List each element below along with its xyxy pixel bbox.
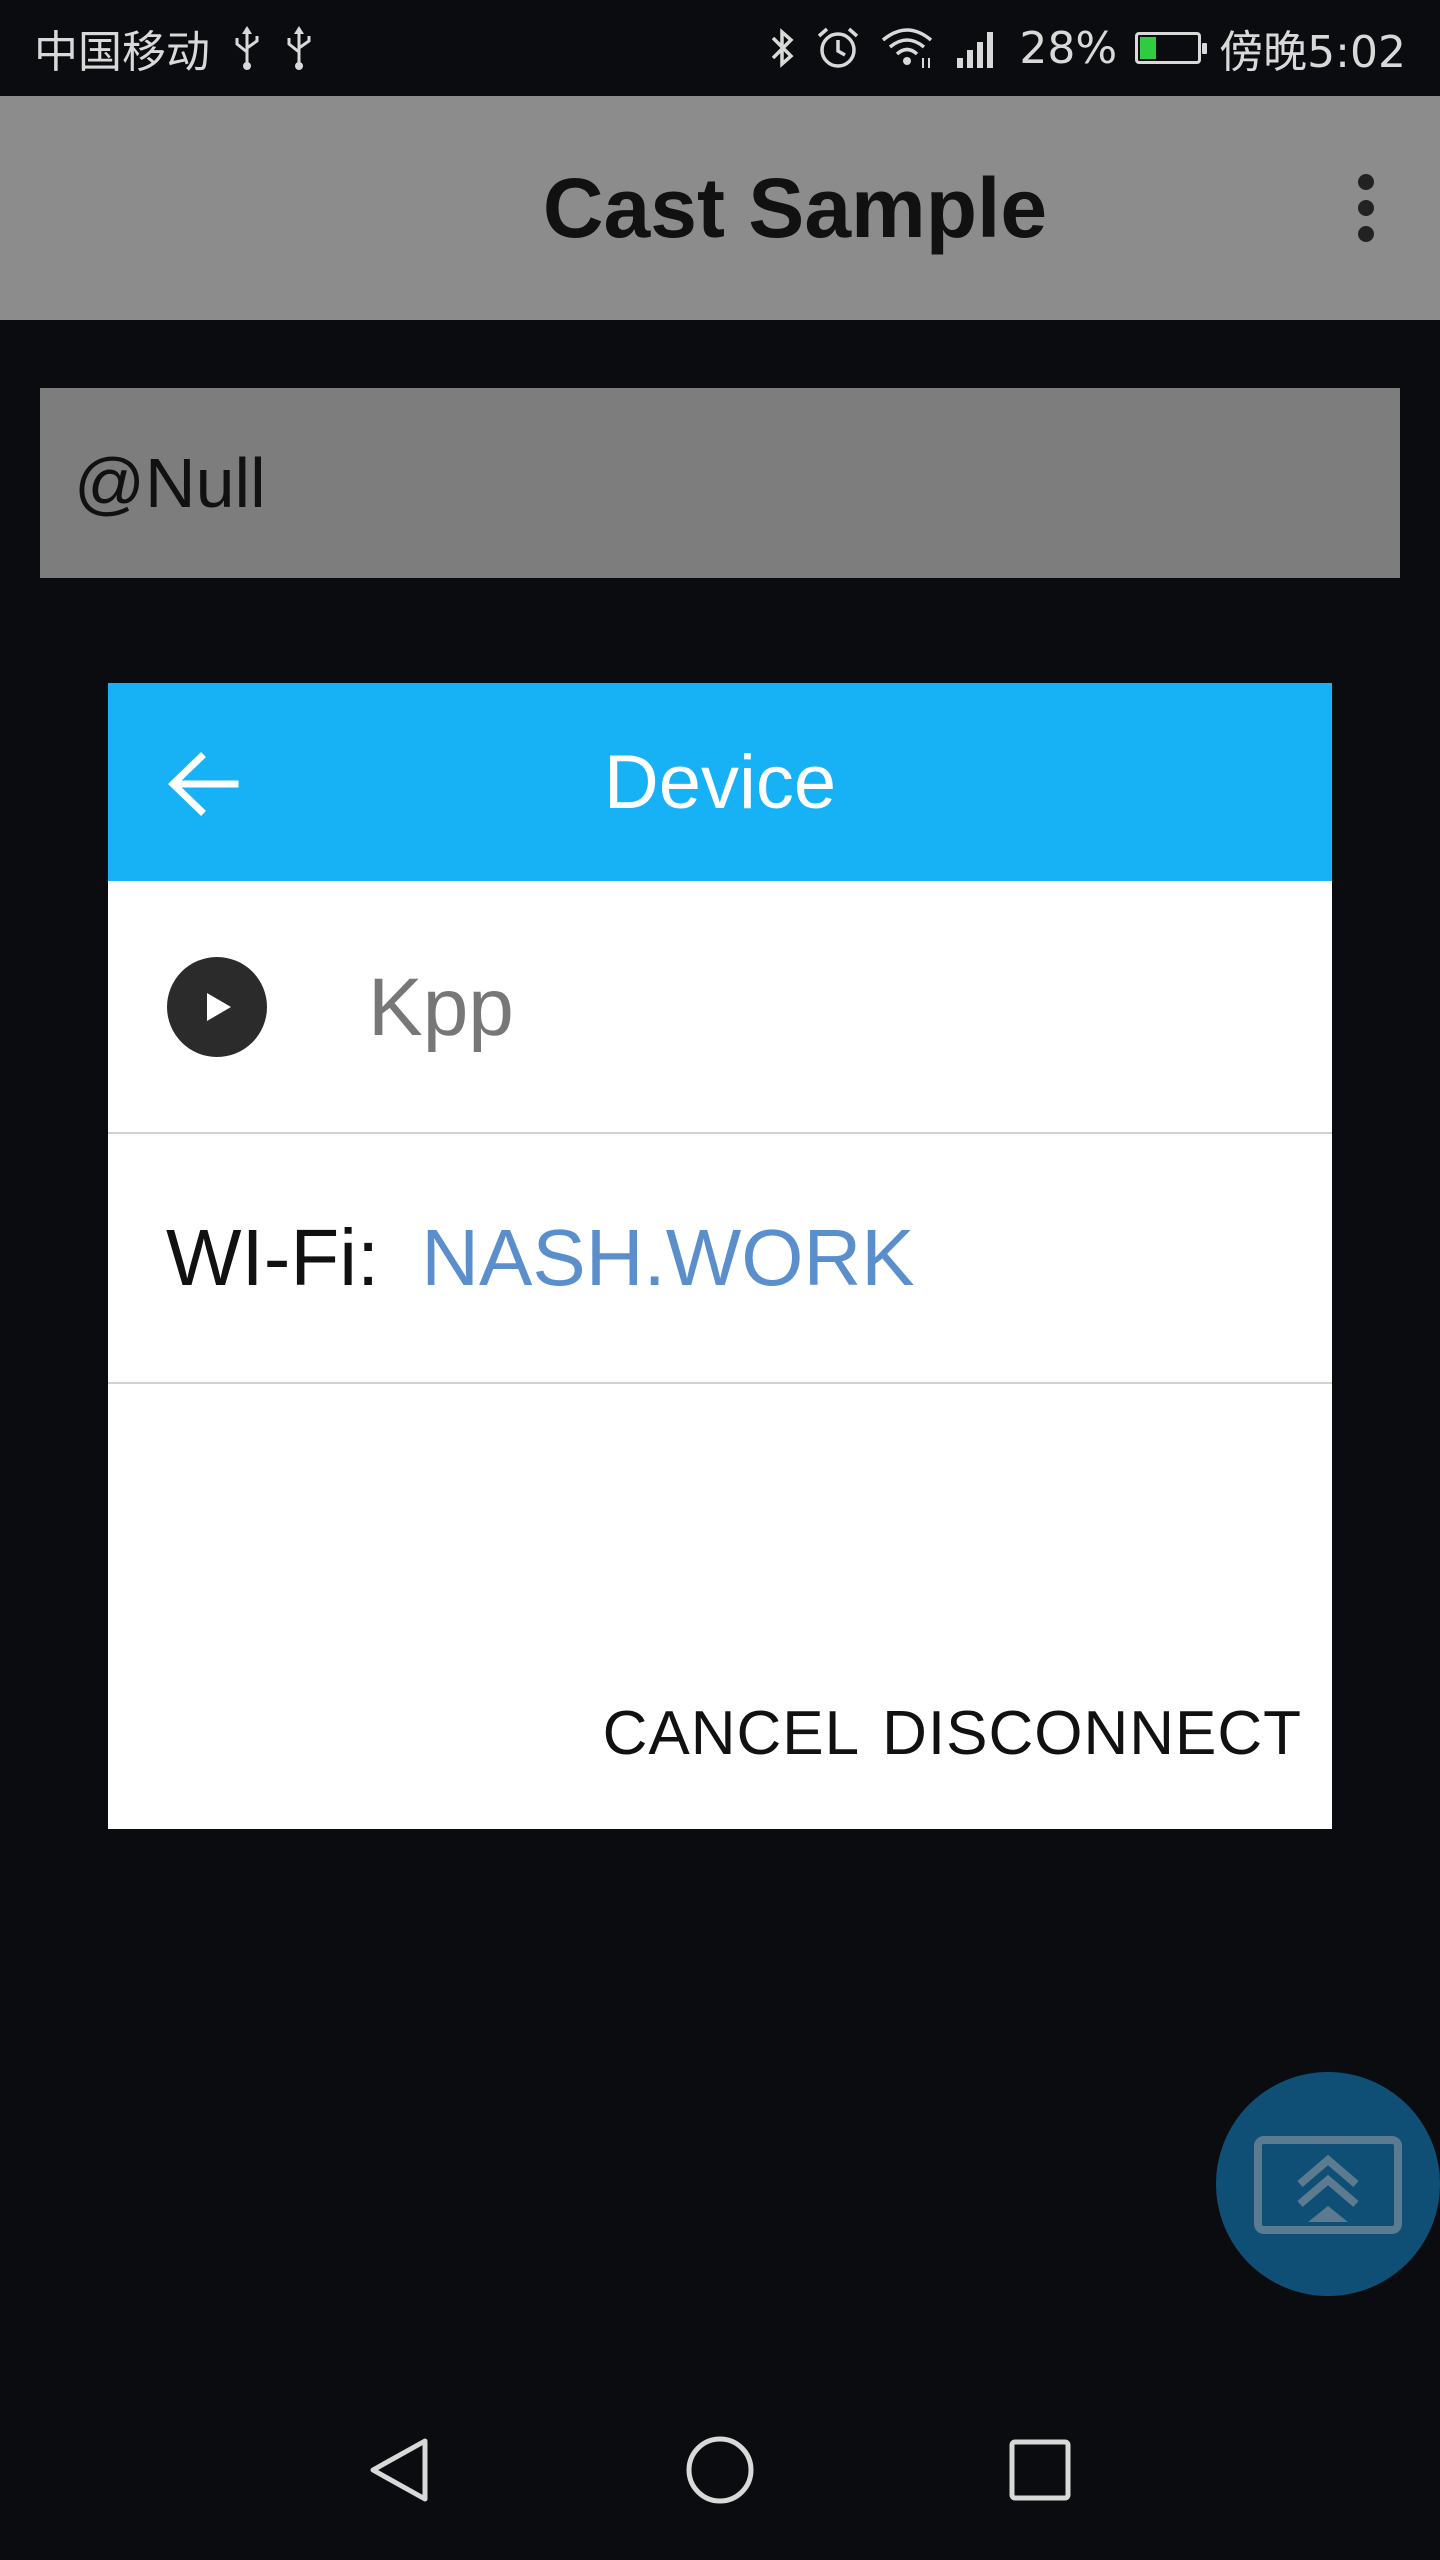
back-triangle-icon[interactable] (350, 2420, 450, 2520)
dialog-header: Device (108, 683, 1332, 881)
home-circle-icon[interactable] (670, 2420, 770, 2520)
wifi-label: WI-Fi: (166, 1213, 380, 1302)
status-bar: 中国移动 28% 傍晚5:02 (0, 0, 1440, 96)
battery-level-fill (1140, 37, 1157, 59)
signal-icon (953, 24, 1001, 72)
carrier-name: 中国移动 (34, 27, 210, 78)
wifi-icon (879, 24, 935, 72)
usb-icon (284, 24, 314, 72)
device-name: Kpp (368, 961, 514, 1053)
alarm-icon (815, 24, 861, 72)
cast-button[interactable] (1216, 2072, 1440, 2296)
app-bar: Cast Sample (0, 96, 1440, 320)
battery-icon (1135, 32, 1208, 64)
bluetooth-icon (767, 24, 797, 72)
play-circle-icon (167, 957, 267, 1057)
status-right: 28% 傍晚5:02 (767, 0, 1406, 96)
text-field-value: @Null (74, 444, 266, 522)
recents-square-icon[interactable] (990, 2420, 1090, 2520)
wifi-network-name: NASH.WORK (421, 1213, 915, 1302)
usb-icon (232, 24, 262, 72)
device-dialog: Device Kpp WI-Fi: NASH.WORK CANCEL DISCO… (108, 683, 1332, 1829)
disconnect-button[interactable]: DISCONNECT (882, 1698, 1302, 1769)
dialog-title: Device (603, 739, 837, 825)
text-field[interactable]: @Null (40, 388, 1400, 578)
dialog-actions: CANCEL DISCONNECT (603, 1683, 1302, 1783)
battery-percent: 28% (1019, 22, 1118, 74)
clock: 傍晚5:02 (1219, 27, 1406, 78)
wifi-row: WI-Fi: NASH.WORK (108, 1134, 1332, 1384)
more-vert-icon[interactable] (1326, 168, 1406, 248)
navigation-bar (0, 2380, 1440, 2560)
cast-screen-icon (1254, 2136, 1402, 2234)
app-title: Cast Sample (542, 160, 1048, 255)
device-row[interactable]: Kpp (108, 881, 1332, 1134)
screen: 中国移动 28% 傍晚5:02 Cast Sample @Null Device… (0, 0, 1440, 2560)
cancel-button[interactable]: CANCEL (603, 1698, 861, 1769)
status-left: 中国移动 (34, 0, 314, 96)
